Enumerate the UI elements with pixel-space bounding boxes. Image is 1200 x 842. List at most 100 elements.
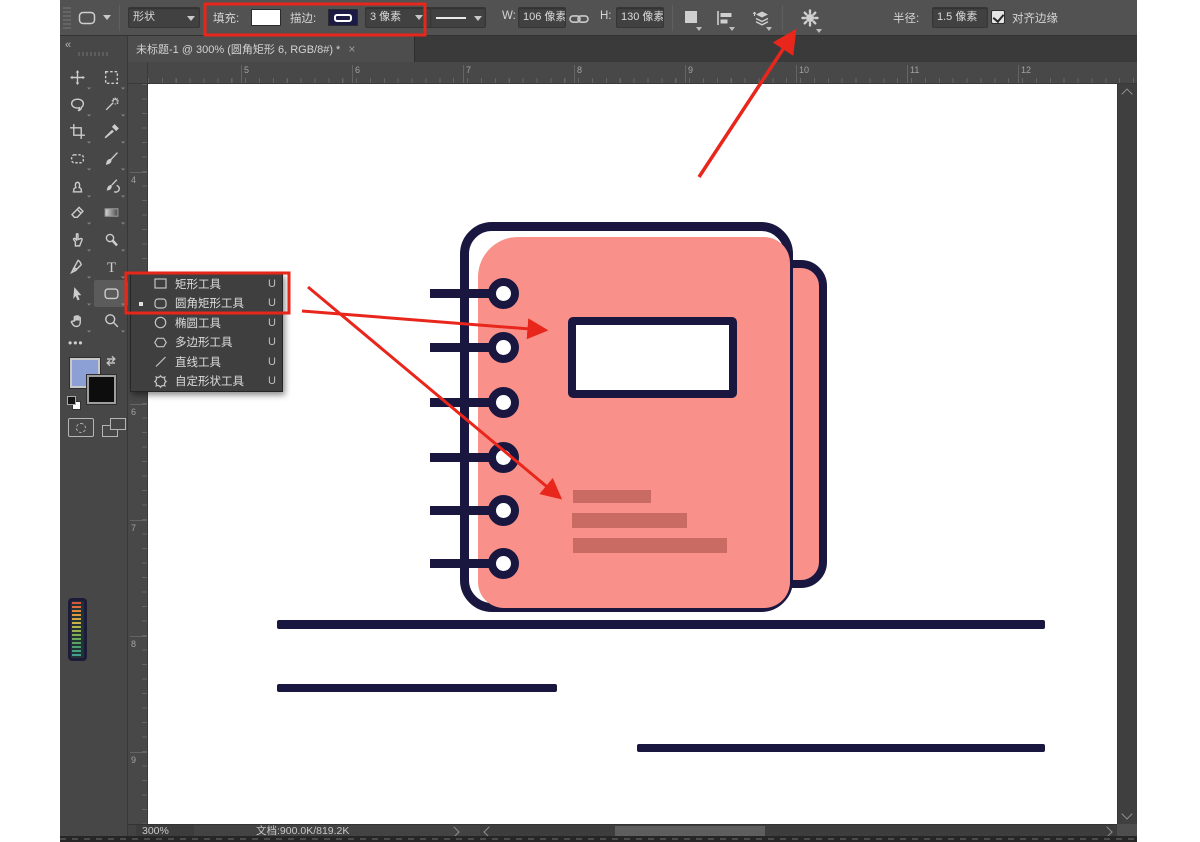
stroke-width-field[interactable]: 3 像素: [365, 7, 437, 28]
align-edges-checkbox[interactable]: [991, 10, 1005, 24]
radius-value: 1.5 像素: [937, 11, 977, 23]
smudge-tool[interactable]: [60, 226, 94, 253]
eraser-tool[interactable]: [60, 199, 94, 226]
tool-options-bar: 形状 填充: 描边: 3 像素 W: 106 像素: [60, 0, 1137, 36]
path-arrangement-icon[interactable]: [752, 8, 772, 28]
path-selection-tool[interactable]: [60, 280, 94, 307]
svg-text:T: T: [106, 260, 115, 275]
move-tool[interactable]: [60, 64, 94, 91]
ruler-mark: 5: [244, 65, 249, 75]
underline-right: [637, 744, 1045, 752]
line-icon: [153, 354, 168, 369]
stroke-style-line-icon: [436, 17, 466, 19]
vertical-scrollbar[interactable]: [1117, 84, 1137, 824]
color-meter-strip: [68, 598, 87, 661]
brush-tool[interactable]: [94, 145, 128, 172]
shape-tools-flyout-menu: 矩形工具 U 圆角矩形工具 U 椭圆工具 U 多边形工具 U 直线工具 U: [130, 273, 283, 392]
polygon-icon: [153, 335, 168, 350]
stroke-swatch-pill-icon: [334, 14, 352, 22]
zoom-tool[interactable]: [94, 307, 128, 334]
current-tool-icon[interactable]: [77, 8, 97, 28]
menu-item-polygon-tool[interactable]: 多边形工具 U: [131, 333, 282, 353]
scroll-up-icon[interactable]: [1121, 88, 1132, 99]
ruler-mark: 8: [577, 65, 582, 75]
separator: [119, 5, 120, 31]
quick-selection-tool[interactable]: [94, 91, 128, 118]
ground-line: [277, 620, 1045, 629]
dodge-tool[interactable]: [94, 226, 128, 253]
ruler-mark: 7: [466, 65, 471, 75]
options-bar-grip[interactable]: [63, 7, 71, 29]
gradient-tool[interactable]: [94, 199, 128, 226]
menu-item-rectangle-tool[interactable]: 矩形工具 U: [131, 274, 282, 294]
quick-mask-mode-button[interactable]: [68, 418, 94, 437]
ruler-mark: 8: [131, 639, 136, 649]
tools-panel: «: [60, 36, 128, 836]
document-area: 未标题-1 @ 300% (圆角矩形 6, RGB/8#) * × 5 6 7 …: [128, 36, 1137, 842]
path-alignment-icon[interactable]: [715, 8, 735, 28]
width-value: 106 像素: [523, 11, 566, 23]
ruler-mark: 4: [131, 175, 136, 185]
horizontal-ruler[interactable]: 5 6 7 8 9 10 11 12: [148, 62, 1137, 84]
vertical-ruler[interactable]: 4 5 6 7 8 9: [128, 84, 148, 824]
ruler-mark: 9: [688, 65, 693, 75]
width-label: W:: [502, 10, 516, 22]
fill-color-swatch[interactable]: [251, 9, 281, 26]
ellipse-icon: [153, 315, 168, 330]
ruler-mark: 11: [910, 65, 919, 75]
menu-item-line-tool[interactable]: 直线工具 U: [131, 352, 282, 372]
app-window: 形状 填充: 描边: 3 像素 W: 106 像素: [60, 0, 1137, 842]
custom-shape-icon: [153, 374, 168, 389]
history-brush-tool[interactable]: [94, 172, 128, 199]
notebook-text-line: [572, 513, 687, 528]
edit-toolbar-ellipsis-button[interactable]: •••: [68, 336, 84, 350]
canvas[interactable]: [148, 84, 1117, 824]
height-label: H:: [600, 10, 612, 22]
type-tool[interactable]: T: [94, 253, 128, 280]
crop-tool[interactable]: [60, 118, 94, 145]
ruler-corner[interactable]: [128, 62, 148, 84]
stroke-style-select[interactable]: [430, 7, 486, 28]
tab-close-icon[interactable]: ×: [348, 42, 355, 56]
scroll-down-icon[interactable]: [1121, 808, 1132, 819]
separator: [672, 5, 673, 31]
stroke-label: 描边:: [290, 10, 316, 26]
lasso-tool[interactable]: [60, 91, 94, 118]
radius-input[interactable]: 1.5 像素: [932, 7, 988, 28]
height-value: 130 像素: [621, 11, 664, 23]
width-input[interactable]: 106 像素: [518, 7, 566, 28]
height-input[interactable]: 130 像素: [616, 7, 664, 28]
stroke-color-swatch[interactable]: [328, 9, 358, 26]
photoshop-window: 形状 填充: 描边: 3 像素 W: 106 像素: [0, 0, 1200, 842]
tool-mode-select[interactable]: 形状: [128, 7, 200, 28]
path-operations-icon[interactable]: [682, 8, 702, 28]
fill-label: 填充:: [213, 10, 239, 26]
stroke-width-caret-icon[interactable]: [415, 15, 423, 20]
background-color-swatch[interactable]: [87, 375, 116, 404]
ruler-mark: 12: [1021, 65, 1031, 75]
shape-tool-rounded-rectangle[interactable]: [94, 280, 128, 307]
screen-mode-button[interactable]: [102, 418, 126, 437]
document-tab[interactable]: 未标题-1 @ 300% (圆角矩形 6, RGB/8#) * ×: [128, 36, 415, 62]
tool-preset-caret-icon[interactable]: [103, 15, 111, 20]
default-colors-icon[interactable]: [67, 396, 81, 410]
window-bottom-edge: [60, 836, 1137, 842]
menu-item-custom-shape-tool[interactable]: 自定形状工具 U: [131, 372, 282, 392]
spiral-ring: [488, 548, 519, 579]
ruler-mark: 10: [799, 65, 809, 75]
link-dimensions-icon[interactable]: [569, 9, 589, 29]
swap-colors-icon[interactable]: [104, 354, 118, 368]
spiral-ring: [488, 387, 519, 418]
clone-stamp-tool[interactable]: [60, 172, 94, 199]
menu-item-ellipse-tool[interactable]: 椭圆工具 U: [131, 313, 282, 333]
eyedropper-tool[interactable]: [94, 118, 128, 145]
panel-grip[interactable]: [78, 52, 110, 56]
healing-brush-tool[interactable]: [60, 145, 94, 172]
hand-tool[interactable]: [60, 307, 94, 334]
collapse-panel-button[interactable]: «: [65, 39, 70, 51]
pen-tool[interactable]: [60, 253, 94, 280]
geometry-settings-gear-icon[interactable]: [800, 8, 820, 28]
menu-item-rounded-rectangle-tool[interactable]: 圆角矩形工具 U: [131, 294, 282, 314]
ruler-mark: 9: [131, 755, 136, 765]
marquee-tool[interactable]: [94, 64, 128, 91]
